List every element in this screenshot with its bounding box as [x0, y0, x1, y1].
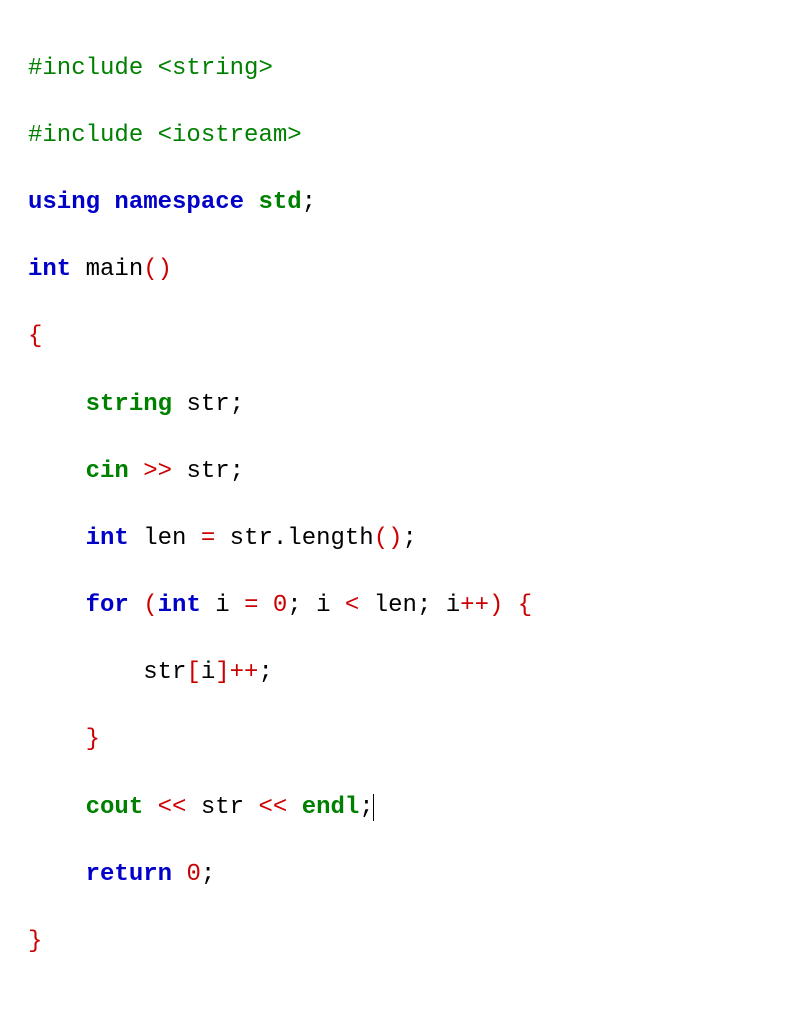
code-line-9: for (int i = 0; i < len; i++) {	[28, 589, 772, 623]
preproc-include: #include	[28, 55, 143, 82]
code-line-3: using namespace std;	[28, 186, 772, 220]
code-line-1: #include <string>	[28, 52, 772, 86]
op-lt: <	[345, 592, 359, 619]
method-length: length	[287, 525, 373, 552]
op-inc: ++	[230, 659, 259, 686]
type-string: string	[86, 391, 172, 418]
code-line-4: int main()	[28, 253, 772, 287]
fn-main: main	[86, 256, 144, 283]
op-extract: >>	[143, 458, 172, 485]
kw-return: return	[86, 861, 172, 888]
var-i: i	[446, 592, 460, 619]
semicolon: ;	[403, 525, 417, 552]
num-zero: 0	[273, 592, 287, 619]
var-len: len	[143, 525, 186, 552]
parens: ()	[143, 256, 172, 283]
open-brace: {	[518, 592, 532, 619]
kw-int: int	[86, 525, 129, 552]
code-line-6: string str;	[28, 388, 772, 422]
code-line-12: cout << str << endl;	[28, 791, 772, 825]
semicolon: ;	[230, 458, 244, 485]
endl: endl	[302, 794, 360, 821]
close-brace: }	[28, 928, 42, 955]
var-str: str	[186, 391, 229, 418]
rbracket: ]	[215, 659, 229, 686]
semicolon: ;	[417, 592, 431, 619]
op-eq: =	[201, 525, 215, 552]
ns-std: std	[258, 189, 301, 216]
code-line-2: #include <iostream>	[28, 119, 772, 153]
obj-cout: cout	[86, 794, 144, 821]
var-str: str	[201, 794, 244, 821]
var-i: i	[201, 659, 215, 686]
var-str: str	[186, 458, 229, 485]
obj-cin: cin	[86, 458, 129, 485]
semicolon: ;	[258, 659, 272, 686]
rparen: )	[489, 592, 503, 619]
close-brace: }	[86, 726, 100, 753]
header-iostream: <iostream>	[158, 122, 302, 149]
op-inc: ++	[460, 592, 489, 619]
kw-for: for	[86, 592, 129, 619]
parens: ()	[374, 525, 403, 552]
kw-namespace: namespace	[114, 189, 244, 216]
lparen: (	[143, 592, 157, 619]
code-line-14: }	[28, 925, 772, 959]
semicolon: ;	[287, 592, 301, 619]
semicolon: ;	[302, 189, 316, 216]
var-i: i	[215, 592, 229, 619]
preproc-include: #include	[28, 122, 143, 149]
kw-using: using	[28, 189, 100, 216]
semicolon: ;	[359, 794, 373, 821]
op-eq: =	[244, 592, 258, 619]
op-insert: <<	[258, 794, 287, 821]
dot: .	[273, 525, 287, 552]
var-i: i	[316, 592, 330, 619]
var-len: len	[374, 592, 417, 619]
var-str: str	[143, 659, 186, 686]
lbracket: [	[186, 659, 200, 686]
header-string: <string>	[158, 55, 273, 82]
code-line-11: }	[28, 723, 772, 757]
code-line-13: return 0;	[28, 858, 772, 892]
code-line-10: str[i]++;	[28, 656, 772, 690]
code-line-5: {	[28, 320, 772, 354]
obj-str: str	[230, 525, 273, 552]
code-block: #include <string> #include <iostream> us…	[0, 0, 800, 1010]
semicolon: ;	[230, 391, 244, 418]
kw-int: int	[28, 256, 71, 283]
code-line-7: cin >> str;	[28, 455, 772, 489]
open-brace: {	[28, 323, 42, 350]
text-cursor	[373, 794, 374, 820]
op-insert: <<	[158, 794, 187, 821]
num-zero: 0	[186, 861, 200, 888]
semicolon: ;	[201, 861, 215, 888]
code-line-8: int len = str.length();	[28, 522, 772, 556]
kw-int: int	[158, 592, 201, 619]
